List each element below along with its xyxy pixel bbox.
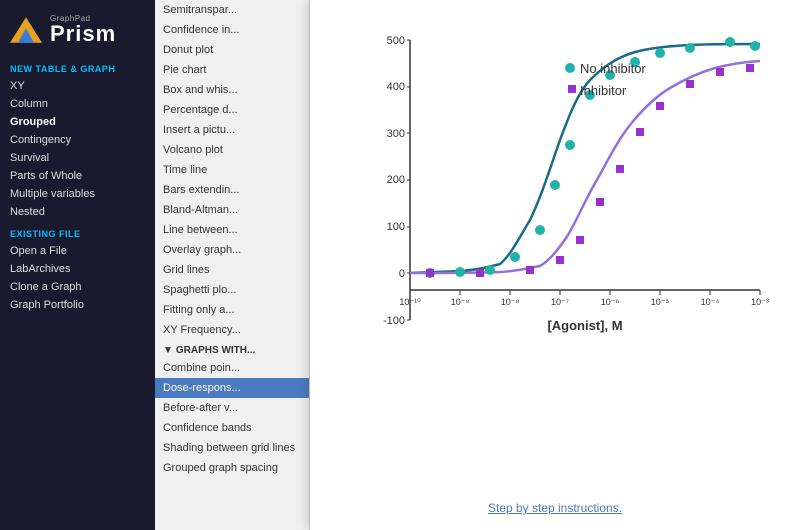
svg-text:500: 500	[387, 35, 405, 47]
sidebar-item-graph-portfolio[interactable]: Graph Portfolio	[0, 296, 155, 314]
step-by-step-link[interactable]: Step by step instructions.	[488, 501, 622, 515]
menu-confidence-bands[interactable]: Confidence bands	[155, 418, 309, 438]
svg-text:300: 300	[387, 128, 405, 140]
sidebar-item-contingency[interactable]: Contingency	[0, 131, 155, 149]
svg-text:400: 400	[387, 81, 405, 93]
right-panel: Semitranspar... Confidence in... Donut p…	[155, 0, 800, 530]
sidebar-item-nested[interactable]: Nested	[0, 203, 155, 221]
logo-text: GraphPad Prism	[50, 15, 116, 45]
sidebar-item-xy[interactable]: XY	[0, 77, 155, 95]
prism-label: Prism	[50, 23, 116, 45]
sidebar-item-clone-graph[interactable]: Clone a Graph	[0, 278, 155, 296]
menu-insert-picture[interactable]: Insert a pictu...	[155, 120, 309, 140]
menu-shading-grid[interactable]: Shading between grid lines	[155, 438, 309, 458]
menu-bars-extending[interactable]: Bars extendin...	[155, 180, 309, 200]
menu-fitting-only[interactable]: Fitting only a...	[155, 300, 309, 320]
menu-percentage[interactable]: Percentage d...	[155, 100, 309, 120]
svg-text:10⁻⁴: 10⁻⁴	[701, 297, 720, 307]
logo-icon	[10, 14, 42, 46]
existing-file-section-title: EXISTING FILE	[0, 221, 155, 242]
svg-text:No inhibitor: No inhibitor	[580, 61, 646, 76]
sidebar: GraphPad Prism NEW TABLE & GRAPH XY Colu…	[0, 0, 155, 530]
menu-box-whisker[interactable]: Box and whis...	[155, 80, 309, 100]
menu-before-after[interactable]: Before-after v...	[155, 398, 309, 418]
svg-text:10⁻⁸: 10⁻⁸	[501, 297, 520, 307]
svg-text:10⁻⁶: 10⁻⁶	[601, 297, 620, 307]
svg-text:-100: -100	[383, 315, 405, 327]
menu-time-line[interactable]: Time line	[155, 160, 309, 180]
svg-text:10⁻¹⁰: 10⁻¹⁰	[399, 297, 421, 307]
svg-text:100: 100	[387, 221, 405, 233]
collapse-icon: ▼	[163, 345, 173, 356]
sidebar-item-survival[interactable]: Survival	[0, 149, 155, 167]
menu-xy-frequency[interactable]: XY Frequency...	[155, 320, 309, 340]
menu-semitransparent[interactable]: Semitranspar...	[155, 0, 309, 20]
svg-text:200: 200	[387, 174, 405, 186]
menu-volcano-plot[interactable]: Volcano plot	[155, 140, 309, 160]
menu-grouped-spacing[interactable]: Grouped graph spacing	[155, 458, 309, 478]
menu-bland-altman[interactable]: Bland-Altman...	[155, 200, 309, 220]
menu-confidence-in[interactable]: Confidence in...	[155, 20, 309, 40]
svg-text:0: 0	[399, 268, 405, 280]
menu-overlay-graph[interactable]: Overlay graph...	[155, 240, 309, 260]
svg-text:10⁻⁵: 10⁻⁵	[651, 297, 670, 307]
menu-dose-response[interactable]: Dose-respons...	[155, 378, 309, 398]
svg-text:10⁻⁹: 10⁻⁹	[451, 297, 470, 307]
svg-text:Inhibitor: Inhibitor	[580, 83, 627, 98]
sidebar-item-labarchives[interactable]: LabArchives	[0, 260, 155, 278]
middle-menu: Semitranspar... Confidence in... Donut p…	[155, 0, 310, 530]
new-table-section-title: NEW TABLE & GRAPH	[0, 56, 155, 77]
svg-text:10⁻⁷: 10⁻⁷	[551, 297, 569, 307]
menu-donut-plot[interactable]: Donut plot	[155, 40, 309, 60]
dose-response-chart: 500 400 300 200 100 0 -100 10⁻¹⁰ 10⁻⁹	[330, 20, 780, 380]
sidebar-item-multiple-variables[interactable]: Multiple variables	[0, 185, 155, 203]
menu-spaghetti[interactable]: Spaghetti plo...	[155, 280, 309, 300]
menu-line-between[interactable]: Line between...	[155, 220, 309, 240]
svg-text:10⁻³: 10⁻³	[751, 297, 769, 307]
svg-text:[Agonist], M: [Agonist], M	[547, 318, 622, 333]
sidebar-item-parts-of-whole[interactable]: Parts of Whole	[0, 167, 155, 185]
logo: GraphPad Prism	[0, 0, 155, 56]
sidebar-item-open-file[interactable]: Open a File	[0, 242, 155, 260]
menu-combine-points[interactable]: Combine poin...	[155, 358, 309, 378]
menu-grid-lines[interactable]: Grid lines	[155, 260, 309, 280]
sidebar-item-column[interactable]: Column	[0, 95, 155, 113]
menu-pie-chart[interactable]: Pie chart	[155, 60, 309, 80]
chart-container: 500 400 300 200 100 0 -100 10⁻¹⁰ 10⁻⁹	[330, 20, 780, 493]
chart-area: 500 400 300 200 100 0 -100 10⁻¹⁰ 10⁻⁹	[310, 0, 800, 530]
graphs-with-section: ▼ GRAPHS WITH...	[155, 340, 309, 358]
sidebar-item-grouped[interactable]: Grouped	[0, 113, 155, 131]
